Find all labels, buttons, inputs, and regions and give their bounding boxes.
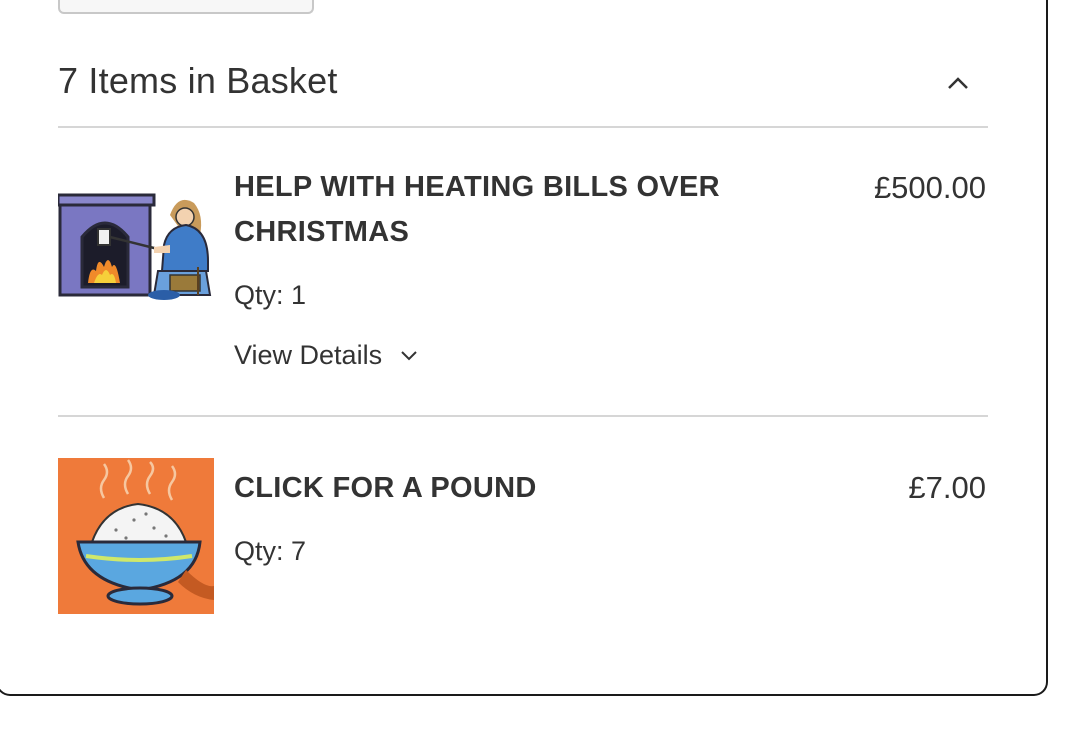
item-price: £500.00: [873, 170, 986, 205]
top-button-edge[interactable]: [58, 0, 314, 14]
item-thumbnail[interactable]: [56, 175, 214, 331]
fireplace-icon: [56, 175, 214, 331]
collapse-toggle[interactable]: [940, 66, 976, 100]
basket-summary-title: 7 Items in Basket: [58, 60, 338, 101]
item-thumbnail[interactable]: [58, 458, 214, 614]
view-details-toggle[interactable]: View Details: [234, 340, 418, 371]
chevron-down-icon: [401, 350, 417, 360]
item-qty: Qty: 7: [234, 536, 307, 566]
item-qty: Qty: 1: [234, 280, 307, 310]
view-details-label: View Details: [234, 340, 383, 370]
rice-bowl-icon: [58, 458, 214, 614]
item-name[interactable]: HELP WITH HEATING BILLS OVER CHRISTMAS: [234, 165, 794, 255]
item-name[interactable]: CLICK FOR A POUND: [234, 466, 794, 511]
item-price: £7.00: [908, 470, 986, 505]
summary-divider: [58, 126, 988, 128]
item-divider: [58, 415, 988, 417]
chevron-up-icon: [948, 77, 968, 89]
